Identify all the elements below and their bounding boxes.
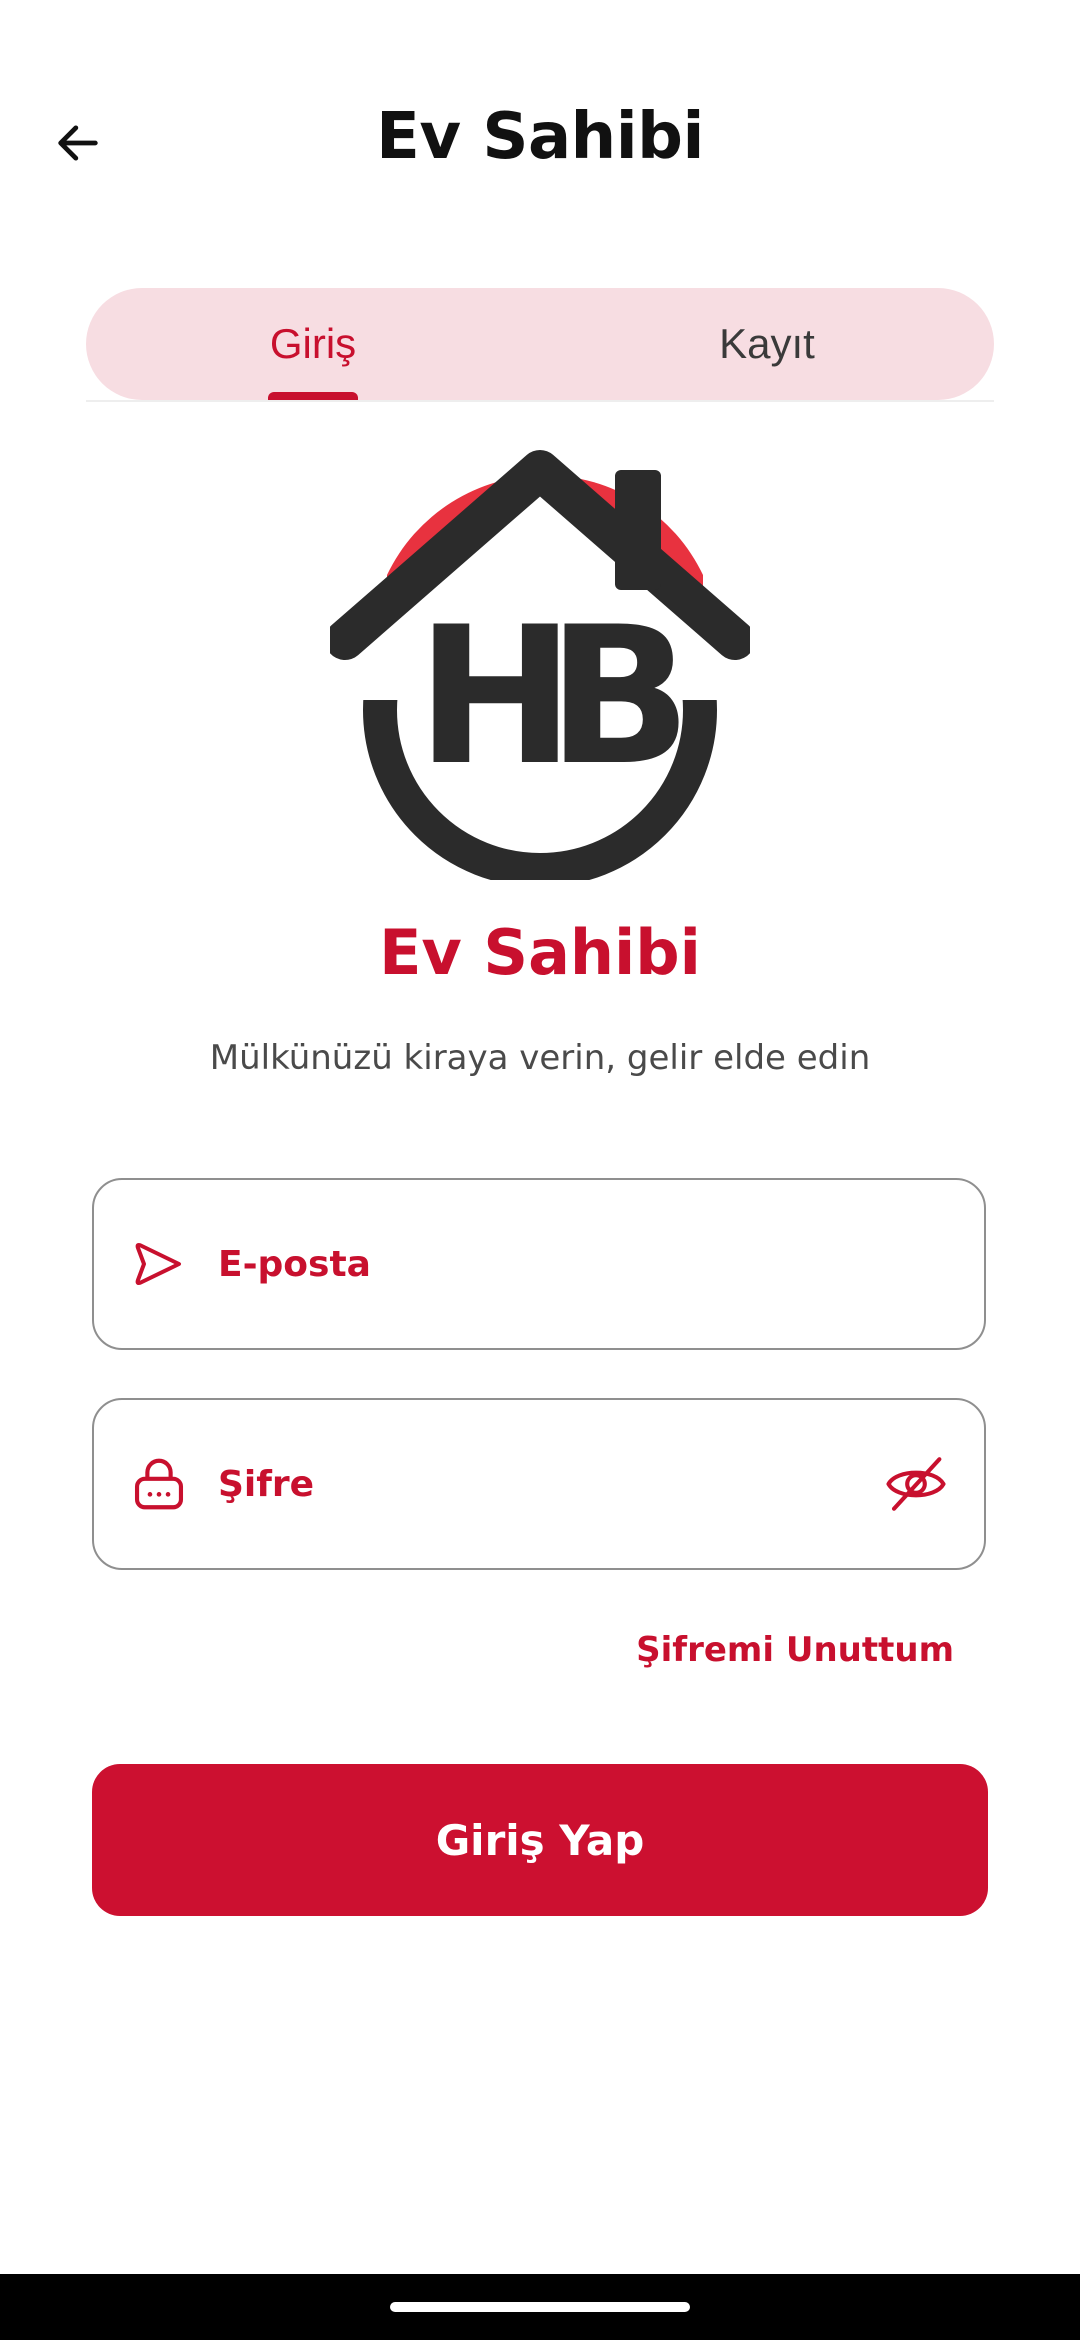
send-icon [126, 1231, 192, 1297]
tab-login-label: Giriş [269, 320, 357, 367]
app-name: Ev Sahibi [379, 916, 701, 989]
tab-register[interactable]: Kayıt [540, 288, 994, 400]
auth-tabs: Giriş Kayıt [86, 288, 994, 402]
login-button[interactable]: Giriş Yap [92, 1764, 988, 1916]
home-indicator[interactable] [390, 2302, 690, 2312]
tagline: Mülkünüzü kiraya verin, gelir elde edin [209, 1038, 871, 1078]
tab-login[interactable]: Giriş [86, 288, 540, 402]
logo-hb-text: HB [416, 586, 679, 807]
login-screen: Ev Sahibi Giriş Kayıt HB Ev Sahibi Mülkü… [0, 0, 1080, 2340]
house-hb-logo: HB [325, 440, 755, 887]
toggle-password-visibility-button[interactable] [876, 1444, 956, 1524]
eye-off-icon [886, 1457, 946, 1511]
app-header: Ev Sahibi [0, 0, 1080, 230]
tabs-divider [86, 400, 994, 402]
forgot-password-link[interactable]: Şifremi Unuttum [636, 1630, 954, 1670]
password-input[interactable] [216, 1443, 876, 1525]
password-field [92, 1398, 986, 1570]
tab-register-label: Kayıt [719, 320, 815, 367]
email-field [92, 1178, 986, 1350]
email-input[interactable] [216, 1223, 984, 1305]
page-title: Ev Sahibi [376, 100, 704, 174]
system-navigation-bar [0, 2274, 1080, 2340]
lock-icon [126, 1451, 192, 1517]
